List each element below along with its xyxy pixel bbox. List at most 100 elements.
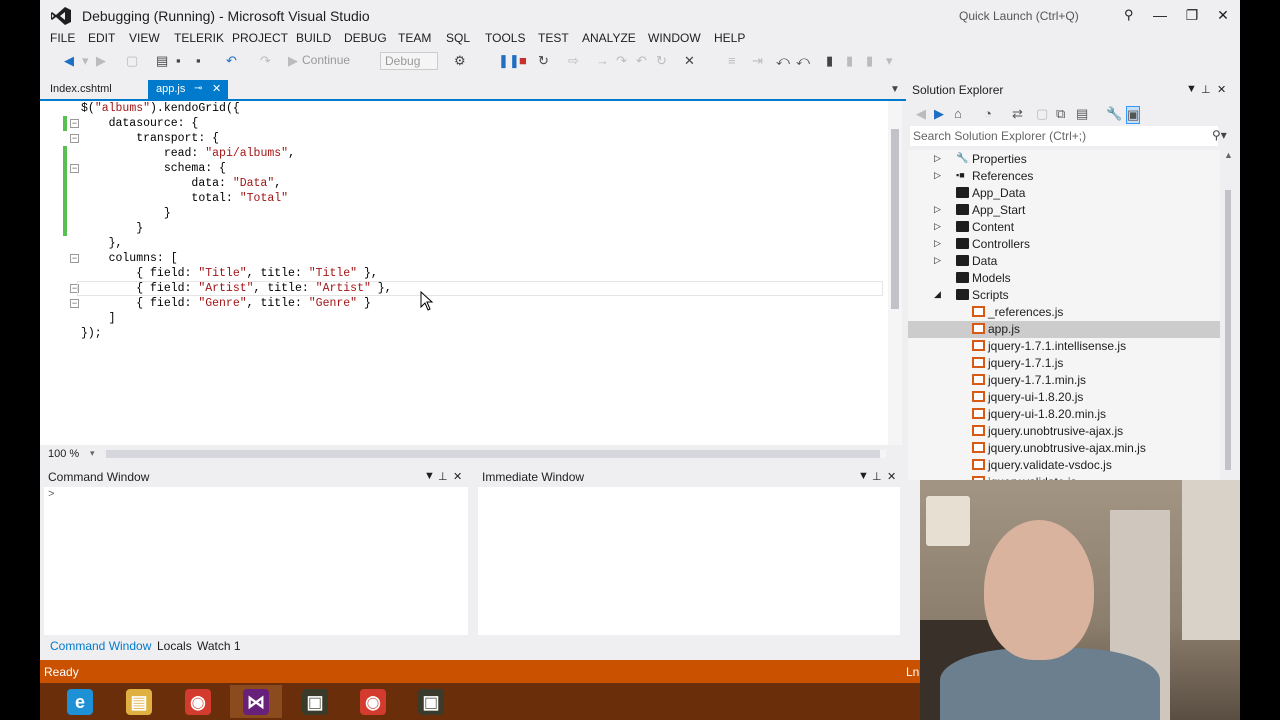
- editor-horizontal-scrollbar[interactable]: [106, 450, 886, 458]
- tree-item-jquery-ui-1-8-20-min-js[interactable]: jquery-ui-1.8.20.min.js: [908, 406, 1220, 423]
- new-project-icon[interactable]: ▢: [126, 53, 138, 69]
- zoom-dropdown-icon[interactable]: ▾: [90, 448, 95, 459]
- tree-item-app-start[interactable]: ▷ App_Start: [908, 202, 1220, 219]
- scroll-up-icon[interactable]: ▲: [1224, 150, 1233, 160]
- prev-bookmark-icon[interactable]: ▮: [846, 53, 853, 69]
- menu-project[interactable]: PROJECT: [232, 31, 288, 45]
- pin-icon[interactable]: ⊥: [438, 470, 448, 483]
- code-line[interactable]: });: [81, 326, 392, 341]
- expand-arrow-icon[interactable]: ▷: [934, 238, 941, 249]
- minimize-button[interactable]: —: [1145, 4, 1175, 26]
- code-line[interactable]: { field: "Title", title: "Title" },: [81, 266, 392, 281]
- next-bookmark-icon[interactable]: ▮: [866, 53, 873, 69]
- back-icon[interactable]: ◀: [64, 53, 74, 69]
- quick-launch-input[interactable]: Quick Launch (Ctrl+Q): [952, 4, 1142, 26]
- forward-icon[interactable]: ▶: [934, 106, 944, 122]
- dropdown-icon[interactable]: ▼: [1186, 83, 1197, 95]
- code-line[interactable]: transport: {: [81, 131, 392, 146]
- menu-edit[interactable]: EDIT: [88, 31, 115, 45]
- save-all-icon[interactable]: ▪: [196, 53, 201, 68]
- taskbar-button[interactable]: ▤: [113, 685, 165, 718]
- code-line[interactable]: { field: "Genre", title: "Genre" }: [81, 296, 392, 311]
- menu-debug[interactable]: DEBUG: [344, 31, 387, 45]
- tree-item-scripts[interactable]: ◢ Scripts: [908, 287, 1220, 304]
- taskbar-button[interactable]: ▣: [405, 685, 457, 718]
- collapse-all-icon[interactable]: ⧉: [1056, 106, 1065, 122]
- tab-dropdown-icon[interactable]: ▼: [890, 84, 900, 95]
- redo-icon[interactable]: ↷: [260, 53, 271, 69]
- tree-item-content[interactable]: ▷ Content: [908, 219, 1220, 236]
- code-editor[interactable]: − − − − − − $("albums").kendoGrid({ data…: [40, 101, 902, 445]
- save-icon[interactable]: ▪: [176, 53, 181, 68]
- align-icon[interactable]: ≡: [728, 53, 736, 68]
- taskbar-button[interactable]: ▣: [289, 685, 341, 718]
- zoom-level[interactable]: 100 %: [48, 448, 79, 460]
- taskbar-button[interactable]: ◉: [172, 685, 224, 718]
- taskbar-button[interactable]: e: [54, 685, 106, 718]
- dropdown-icon[interactable]: ▼: [424, 470, 435, 482]
- editor-vertical-scrollbar[interactable]: [888, 101, 902, 445]
- expand-arrow-icon[interactable]: ▷: [934, 204, 941, 215]
- step-out-icon[interactable]: ↶: [636, 53, 647, 69]
- pin-icon[interactable]: ⊥: [872, 470, 882, 483]
- collapse-icon[interactable]: −: [70, 164, 79, 173]
- tree-item-jquery-validate-vsdoc-js[interactable]: jquery.validate-vsdoc.js: [908, 457, 1220, 474]
- expand-arrow-icon[interactable]: ▷: [934, 221, 941, 232]
- forward-icon[interactable]: ▶: [96, 53, 106, 69]
- solution-search-input[interactable]: Search Solution Explorer (Ctrl+;): [910, 126, 1218, 146]
- tree-item-jquery-1-7-1-intellisense-js[interactable]: jquery-1.7.1.intellisense.js: [908, 338, 1220, 355]
- tree-item-models[interactable]: Models: [908, 270, 1220, 287]
- expand-arrow-icon[interactable]: ▷: [934, 170, 941, 181]
- refresh-icon[interactable]: ▢: [1036, 106, 1048, 122]
- indent-icon[interactable]: ⇥: [752, 53, 763, 69]
- tree-item-app-js[interactable]: app.js: [908, 321, 1220, 338]
- code-line[interactable]: }: [81, 221, 392, 236]
- tree-item-properties[interactable]: ▷ 🔧 Properties: [908, 151, 1220, 168]
- step-into-icon[interactable]: →: [596, 53, 609, 68]
- scroll-thumb[interactable]: [106, 450, 880, 458]
- tree-item-references[interactable]: ▷ ▪■ References: [908, 168, 1220, 185]
- pin-icon[interactable]: ⊸: [194, 83, 202, 94]
- show-next-statement-icon[interactable]: ⇨: [568, 53, 579, 69]
- expand-arrow-icon[interactable]: ▷: [934, 255, 941, 266]
- toolbar-overflow-icon[interactable]: ▾: [886, 53, 893, 69]
- sync-icon[interactable]: ⇄: [1012, 106, 1023, 122]
- code-line[interactable]: read: "api/albums",: [81, 146, 392, 161]
- menu-tools[interactable]: TOOLS: [485, 31, 525, 45]
- menu-window[interactable]: WINDOW: [648, 31, 701, 45]
- restart-icon[interactable]: ↻: [538, 53, 549, 69]
- restore-button[interactable]: ❐: [1177, 4, 1207, 26]
- menu-file[interactable]: FILE: [50, 31, 75, 45]
- menu-build[interactable]: BUILD: [296, 31, 331, 45]
- tree-item-references-js[interactable]: _references.js: [908, 304, 1220, 321]
- tab-command-window[interactable]: Command Window: [50, 639, 151, 653]
- pending-changes-icon[interactable]: ◔: [984, 106, 992, 121]
- code-line[interactable]: },: [81, 236, 392, 251]
- code-line[interactable]: datasource: {: [81, 116, 392, 131]
- taskbar-button[interactable]: ⋈: [230, 685, 282, 718]
- tree-item-jquery-ui-1-8-20-js[interactable]: jquery-ui-1.8.20.js: [908, 389, 1220, 406]
- step-over-icon[interactable]: ↷: [616, 53, 627, 69]
- tab-app-js[interactable]: app.js ⊸ ✕: [148, 80, 228, 100]
- code-line[interactable]: total: "Total": [81, 191, 392, 206]
- breakpoint-icon[interactable]: ⤺: [776, 53, 790, 69]
- immediate-window-body[interactable]: [478, 487, 900, 635]
- tree-item-data[interactable]: ▷ Data: [908, 253, 1220, 270]
- solution-explorer-scrollbar[interactable]: ▲: [1220, 150, 1236, 480]
- collapse-icon[interactable]: −: [70, 254, 79, 263]
- collapse-icon[interactable]: −: [70, 119, 79, 128]
- continue-button[interactable]: Continue: [302, 53, 350, 67]
- tree-item-jquery-unobtrusive-ajax-js[interactable]: jquery.unobtrusive-ajax.js: [908, 423, 1220, 440]
- tree-item-jquery-unobtrusive-ajax-min-js[interactable]: jquery.unobtrusive-ajax.min.js: [908, 440, 1220, 457]
- continue-icon[interactable]: ▶: [288, 53, 298, 69]
- code-line[interactable]: schema: {: [81, 161, 392, 176]
- clear-bookmarks-icon[interactable]: ⤺: [796, 53, 810, 69]
- refresh-icon[interactable]: ↻: [656, 53, 667, 69]
- close-icon[interactable]: ✕: [453, 470, 462, 483]
- code-line[interactable]: $("albums").kendoGrid({: [81, 101, 392, 116]
- menu-help[interactable]: HELP: [714, 31, 745, 45]
- collapse-icon[interactable]: −: [70, 134, 79, 143]
- code-line[interactable]: ]: [81, 311, 392, 326]
- close-button[interactable]: ✕: [1208, 4, 1238, 26]
- tree-item-jquery-1-7-1-min-js[interactable]: jquery-1.7.1.min.js: [908, 372, 1220, 389]
